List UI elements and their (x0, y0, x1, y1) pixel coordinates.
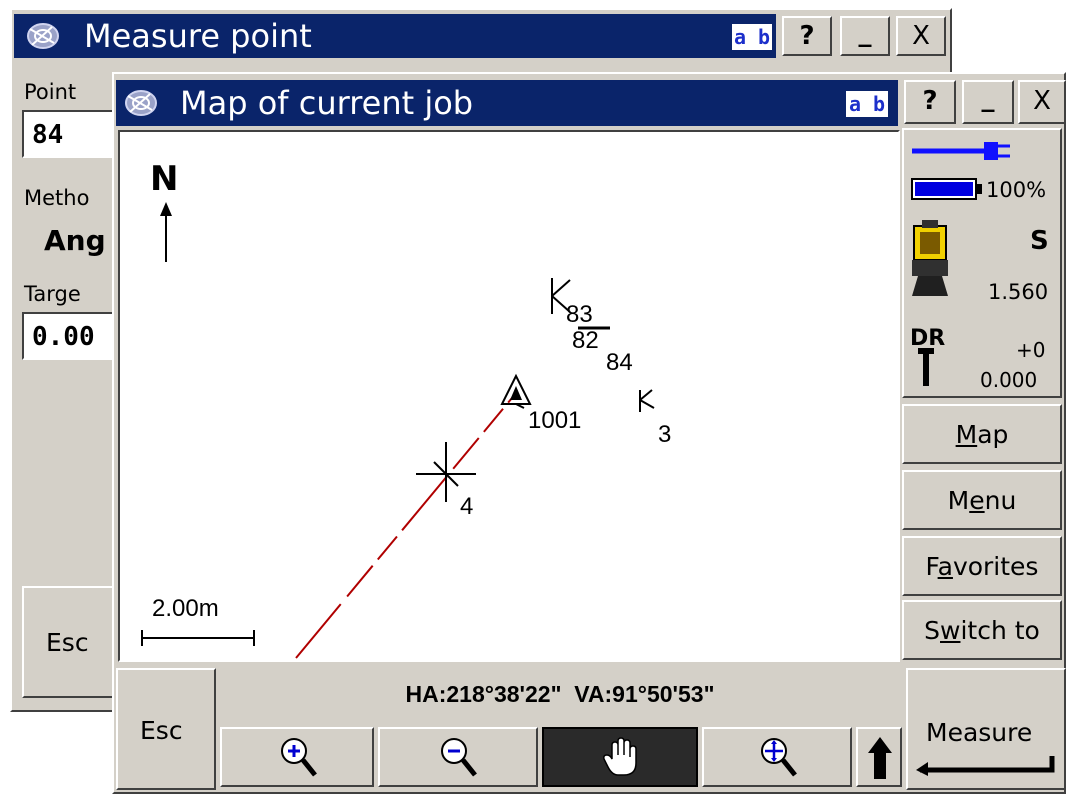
ab-input-indicator[interactable]: a b (732, 24, 772, 50)
app-icon (27, 23, 59, 49)
scale-label: 2.00m (152, 595, 219, 622)
point-label-3: 3 (658, 421, 671, 448)
instrument-face: S (1030, 226, 1049, 256)
prism-pole-icon (918, 348, 934, 386)
battery-percent: 100% (986, 178, 1047, 202)
zoom-extents-button[interactable] (702, 727, 852, 787)
zoom-in-icon (281, 738, 317, 777)
prism-constant: +0 (1016, 338, 1046, 362)
ab-input-indicator[interactable]: a b (846, 91, 888, 117)
zoom-out-button[interactable] (378, 727, 538, 787)
target-height-value: 0.00 (32, 322, 95, 352)
map-drawing: N 1001 4 83 82 84 3 2.00m (141, 159, 671, 659)
angle-readout: HA:218°38'22" VA:91°50'53" (220, 674, 900, 718)
prism-offset: 0.000 (980, 368, 1038, 392)
target-label: Targe (24, 282, 81, 306)
point-label-82: 82 (572, 327, 599, 354)
target-height-readout: 1.560 (988, 280, 1049, 304)
app-icon (125, 90, 157, 116)
pan-button[interactable] (542, 727, 698, 787)
map-help-button[interactable]: ? (904, 80, 956, 124)
back-minimize-button[interactable]: _ (840, 16, 890, 56)
battery-icon (911, 178, 982, 200)
north-label: N (150, 159, 178, 199)
back-help-button[interactable]: ? (782, 16, 832, 56)
measure-label: Measure (926, 718, 1033, 747)
map-button[interactable]: Map (902, 404, 1062, 464)
menu-button[interactable]: Menu (902, 470, 1062, 530)
pan-hand-icon (603, 737, 637, 776)
point-label-83: 83 (566, 301, 593, 328)
esc-button[interactable]: Esc (116, 668, 216, 790)
angles-text: HA:218°38'22" VA:91°50'53" (405, 681, 715, 707)
measure-button[interactable]: Measure (906, 668, 1066, 790)
map-titlebar: Map of current job a b (116, 80, 898, 126)
favorites-button[interactable]: Favorites (902, 536, 1062, 596)
point-3-symbol (639, 389, 655, 412)
status-panel[interactable]: 100% S 1.560 DR +0 0.000 (902, 128, 1062, 398)
scale-bar (141, 630, 255, 646)
zoom-extents-icon (761, 738, 797, 777)
map-title: Map of current job (180, 84, 474, 122)
back-close-button[interactable]: X (896, 16, 946, 56)
method-value[interactable]: Ang (44, 224, 106, 257)
power-plug-icon (912, 142, 1010, 160)
measure-point-title: Measure point (84, 17, 312, 55)
zoom-in-button[interactable] (220, 727, 374, 787)
point-label-4: 4 (460, 493, 473, 520)
station-1001-symbol (500, 373, 532, 409)
up-arrow-icon (868, 737, 892, 779)
target-height-input[interactable]: 0.00 (22, 312, 122, 360)
map-minimize-button[interactable]: _ (962, 80, 1014, 124)
measure-point-titlebar: Measure point a b (14, 14, 776, 58)
point-name-value: 84 (32, 120, 64, 150)
back-esc-label: Esc (46, 628, 89, 657)
esc-label: Esc (140, 716, 183, 745)
method-label: Metho (24, 186, 90, 210)
switch-to-button[interactable]: Switch to (902, 600, 1062, 660)
map-close-button[interactable]: X (1018, 80, 1066, 124)
north-arrow-icon (160, 202, 172, 262)
map-canvas[interactable]: N 1001 4 83 82 84 3 2.00m (118, 130, 900, 662)
point-label: Point (24, 80, 77, 104)
point-name-input[interactable]: 84 (22, 110, 122, 158)
total-station-icon (912, 220, 948, 296)
stakeout-line (295, 397, 513, 659)
point-label-84: 84 (606, 349, 633, 376)
zoom-out-icon (441, 738, 477, 777)
point-label-1001: 1001 (528, 407, 581, 434)
up-arrow-button[interactable] (856, 727, 902, 787)
enter-indicator (916, 756, 1055, 776)
